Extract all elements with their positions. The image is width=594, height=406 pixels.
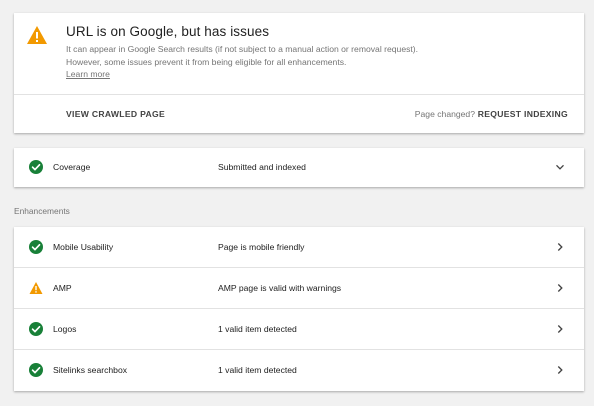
enhancement-status: 1 valid item detected [218, 365, 297, 375]
warning-icon [29, 282, 43, 294]
enhancement-row-amp[interactable]: AMP AMP page is valid with warnings [14, 268, 584, 309]
view-crawled-page-button[interactable]: VIEW CRAWLED PAGE [66, 109, 165, 119]
enhancement-row-logos[interactable]: Logos 1 valid item detected [14, 309, 584, 350]
url-status-card: URL is on Google, but has issues It can … [14, 13, 584, 133]
status-title: URL is on Google, but has issues [66, 24, 270, 39]
enhancements-card: Mobile Usability Page is mobile friendly… [14, 227, 584, 391]
coverage-card: Coverage Submitted and indexed [14, 148, 584, 187]
chevron-right-icon[interactable] [554, 364, 566, 376]
enhancement-row-sitelinks-searchbox[interactable]: Sitelinks searchbox 1 valid item detecte… [14, 350, 584, 391]
enhancement-status: AMP page is valid with warnings [218, 283, 342, 293]
coverage-row[interactable]: Coverage Submitted and indexed [14, 148, 584, 187]
enhancement-status: Page is mobile friendly [218, 242, 305, 252]
status-description: It can appear in Google Search results (… [66, 43, 426, 81]
check-circle-icon [29, 160, 43, 174]
enhancement-name: AMP [53, 283, 72, 293]
check-circle-icon [29, 240, 43, 254]
status-header: URL is on Google, but has issues It can … [14, 13, 584, 95]
enhancements-heading: Enhancements [14, 206, 70, 216]
coverage-label: Coverage [53, 162, 91, 172]
enhancement-status: 1 valid item detected [218, 324, 297, 334]
warning-icon [27, 26, 47, 44]
chevron-right-icon[interactable] [554, 282, 566, 294]
chevron-right-icon[interactable] [554, 241, 566, 253]
chevron-right-icon[interactable] [554, 323, 566, 335]
enhancement-row-mobile-usability[interactable]: Mobile Usability Page is mobile friendly [14, 227, 584, 268]
learn-more-link[interactable]: Learn more [66, 69, 110, 79]
page-changed-label: Page changed? [414, 109, 475, 119]
coverage-status: Submitted and indexed [218, 162, 306, 172]
status-actions: VIEW CRAWLED PAGE Page changed? REQUEST … [14, 95, 584, 133]
request-indexing-button[interactable]: REQUEST INDEXING [478, 109, 568, 119]
check-circle-icon [29, 363, 43, 377]
status-description-text: It can appear in Google Search results (… [66, 44, 419, 67]
chevron-down-icon[interactable] [554, 161, 566, 173]
check-circle-icon [29, 322, 43, 336]
enhancement-name: Sitelinks searchbox [53, 365, 128, 375]
enhancement-name: Logos [53, 324, 77, 334]
enhancement-name: Mobile Usability [53, 242, 114, 252]
